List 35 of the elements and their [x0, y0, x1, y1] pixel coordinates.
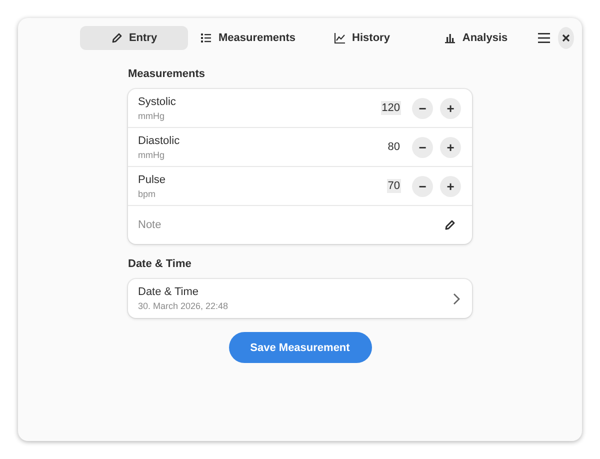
date-time-value: 30. March 2026, 22:48	[138, 301, 230, 311]
decrement-button[interactable]: −	[412, 136, 433, 158]
value-field[interactable]: 120	[380, 101, 401, 115]
pencil-icon	[110, 32, 123, 44]
decrement-button[interactable]: −	[412, 176, 433, 196]
section-heading: Measurements	[128, 68, 206, 80]
save-button[interactable]: Save Measurement	[228, 332, 372, 363]
tab[interactable]: History	[308, 26, 416, 50]
chevron-right-icon	[453, 292, 460, 304]
increment-button[interactable]: +	[440, 136, 461, 158]
value-field[interactable]: 70	[386, 179, 401, 193]
pencil-icon[interactable]	[444, 219, 456, 231]
list-icon	[200, 32, 212, 44]
unit-label: mmHg	[138, 150, 166, 160]
unit-label: mmHg	[138, 110, 166, 120]
value-field[interactable]: 80	[386, 140, 401, 154]
note-field[interactable]: Note	[138, 219, 437, 231]
increment-button[interactable]: +	[440, 176, 461, 196]
row-title: Pulse	[138, 174, 167, 186]
date-time-row[interactable]: Date & Time 30. March 2026, 22:48	[128, 279, 472, 318]
tab[interactable]: Measurements	[194, 26, 302, 50]
increment-button[interactable]: +	[440, 98, 461, 118]
menu-icon	[538, 33, 550, 43]
row-title: Date & Time	[138, 286, 200, 298]
close-button[interactable]	[558, 27, 574, 49]
row-title: Systolic	[138, 96, 177, 108]
tab[interactable]: Entry	[80, 26, 188, 50]
tab[interactable]: Analysis	[422, 26, 530, 50]
bar-chart-icon	[444, 32, 456, 44]
unit-label: bpm	[138, 188, 157, 198]
line-chart-icon	[334, 32, 346, 44]
row-title: Diastolic	[138, 134, 181, 146]
close-icon	[562, 34, 570, 42]
section-heading: Date & Time	[128, 258, 192, 270]
decrement-button[interactable]: −	[412, 98, 433, 118]
